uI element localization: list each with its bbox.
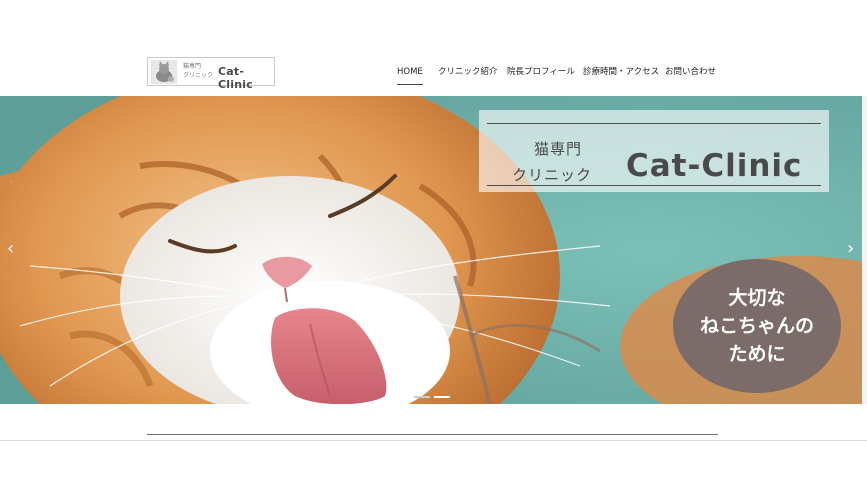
hero-slider: 猫専門 クリニック Cat-Clinic 大切な ねこちゃんの ために ‹ › xyxy=(0,96,867,404)
panel-line1: 猫専門 xyxy=(534,140,583,158)
section-divider xyxy=(147,434,718,435)
tagline-bubble: 大切な ねこちゃんの ために xyxy=(673,259,841,393)
panel-clinic-name: Cat-Clinic xyxy=(626,148,803,184)
tagline-line2: ねこちゃんの xyxy=(699,315,814,337)
site-header: 猫専門 クリニック Cat-Clinic HOME クリニック紹介 院長プロフィ… xyxy=(0,0,867,96)
nav-item-contact[interactable]: お問い合わせ xyxy=(665,66,716,84)
tagline-line1: 大切な xyxy=(728,287,786,309)
panel-line2: クリニック xyxy=(512,166,593,184)
slider-dot-2[interactable] xyxy=(434,396,450,398)
nav-item-hours-access[interactable]: 診療時間・アクセス xyxy=(583,66,659,84)
nav-item-profile[interactable]: 院長プロフィール xyxy=(507,66,575,84)
chevron-left-icon[interactable]: ‹ xyxy=(7,240,14,258)
page-divider xyxy=(0,440,867,441)
chevron-right-icon[interactable]: › xyxy=(847,240,854,258)
main-nav: HOME クリニック紹介 院長プロフィール 診療時間・アクセス お問い合わせ xyxy=(0,66,867,86)
hero-title-panel: 猫専門 クリニック Cat-Clinic xyxy=(479,110,829,192)
scrollbar-track[interactable] xyxy=(862,96,867,404)
tagline-line3: ために xyxy=(728,343,786,365)
slider-dot-1[interactable] xyxy=(414,396,430,398)
panel-top-rule xyxy=(487,123,821,124)
nav-item-clinic[interactable]: クリニック紹介 xyxy=(438,66,498,84)
nav-item-home[interactable]: HOME xyxy=(397,66,423,85)
panel-subtitle: 猫専門 クリニック xyxy=(512,136,592,188)
